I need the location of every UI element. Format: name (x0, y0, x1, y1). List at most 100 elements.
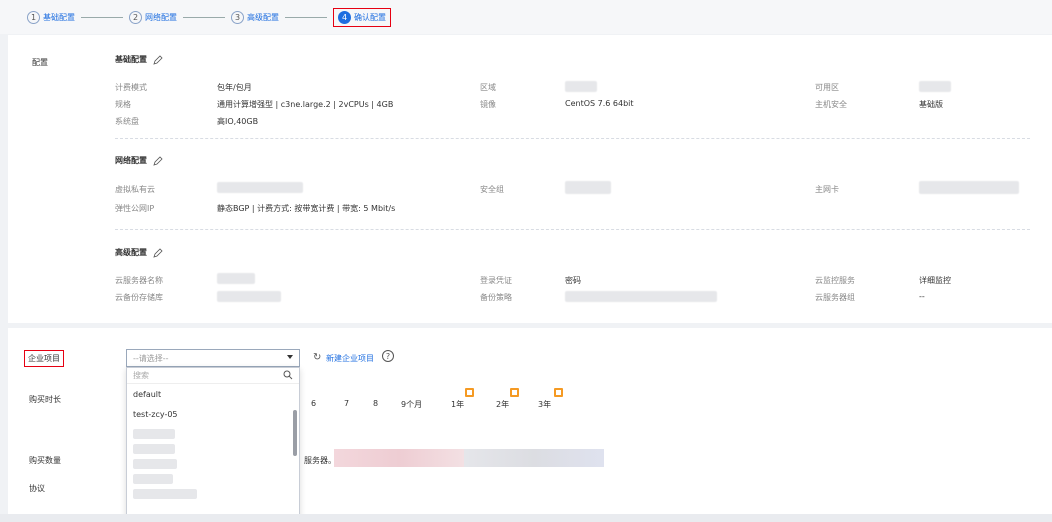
spec-label: 规格 (115, 100, 131, 109)
vpc-label: 虚拟私有云 (115, 185, 155, 194)
host-security-value: 基础版 (919, 100, 943, 109)
basic-config-header: 基础配置 (115, 54, 1030, 65)
duration-option-7[interactable]: 7 (344, 399, 349, 408)
server-group-label: 云服务器组 (815, 293, 855, 302)
step-label: 网络配置 (145, 12, 177, 22)
dropdown-option-test-zcy-05[interactable]: test-zcy-05 (127, 404, 299, 424)
image-label: 镜像 (480, 100, 496, 109)
enterprise-project-select[interactable]: --请选择-- (126, 349, 300, 367)
dropdown-option-redacted[interactable] (133, 429, 175, 439)
step-number: 1 (27, 10, 40, 24)
select-placeholder: --请选择-- (133, 353, 169, 363)
step-confirm-config[interactable]: 4 确认配置 (333, 7, 391, 27)
dropdown-search-input[interactable]: 搜索 (127, 368, 299, 384)
advanced-config-header: 高级配置 (115, 247, 1030, 258)
server-group-value: -- (919, 292, 925, 301)
monitor-value: 详细监控 (919, 276, 951, 285)
backup-policy-value-redacted (565, 291, 717, 302)
step-connector (285, 16, 327, 18)
image-value: CentOS 7.6 64bit (565, 99, 634, 108)
network-config-title: 网络配置 (115, 156, 147, 165)
search-icon (283, 370, 293, 380)
agreement-label: 协议 (29, 484, 45, 493)
step-number: 3 (231, 10, 244, 24)
duration-option-3-years[interactable]: 3年 (538, 399, 551, 410)
advanced-config-title: 高级配置 (115, 248, 147, 257)
duration-option-2-years[interactable]: 2年 (496, 399, 509, 410)
config-section-label: 配置 (32, 58, 48, 67)
host-security-label: 主机安全 (815, 100, 847, 109)
wizard-stepper: 1 基础配置 2 网络配置 3 高级配置 4 确认配置 (0, 0, 1052, 34)
edit-advanced-icon[interactable] (153, 247, 163, 258)
backup-policy-label: 备份策略 (480, 293, 512, 302)
step-basic-config[interactable]: 1 基础配置 (27, 10, 75, 24)
monitor-label: 云监控服务 (815, 276, 855, 285)
region-label: 区域 (480, 83, 496, 92)
config-summary-card: 配置 基础配置 计费模式 包年/包月 区域 可用区 规格 通用计算增强型 | c… (8, 35, 1052, 323)
gift-badge-icon (465, 388, 474, 397)
step-label: 确认配置 (354, 12, 386, 22)
step-connector (183, 16, 225, 18)
dropdown-option-redacted[interactable] (133, 489, 197, 499)
dropdown-option-redacted[interactable] (133, 474, 173, 484)
primary-nic-value-redacted (919, 181, 1019, 194)
section-divider (115, 229, 1030, 230)
dropdown-scrollbar[interactable] (293, 410, 297, 456)
chevron-down-icon (287, 355, 293, 359)
server-name-label: 云服务器名称 (115, 276, 163, 285)
duration-option-8[interactable]: 8 (373, 399, 378, 408)
section-divider (115, 138, 1030, 139)
login-credential-value: 密码 (565, 276, 581, 285)
system-disk-label: 系统盘 (115, 117, 139, 126)
eip-label: 弹性公网IP (115, 204, 155, 213)
gift-badge-icon (554, 388, 563, 397)
step-number: 2 (129, 10, 142, 24)
dropdown-option-default[interactable]: default (127, 384, 299, 404)
backup-vault-value-redacted (217, 291, 281, 302)
billing-mode-value: 包年/包月 (217, 83, 252, 92)
purchase-duration-label: 购买时长 (29, 395, 61, 404)
quantity-info-redacted (464, 449, 604, 467)
purchase-options-card: 企业项目 --请选择-- ↻ 新建企业项目 ? 购买时长 6 7 8 9个月 1… (8, 328, 1052, 522)
step-number: 4 (338, 10, 351, 24)
step-connector (81, 16, 123, 18)
az-label: 可用区 (815, 83, 839, 92)
step-label: 高级配置 (247, 12, 279, 22)
spec-value: 通用计算增强型 | c3ne.large.2 | 2vCPUs | 4GB (217, 100, 394, 109)
help-icon[interactable]: ? (382, 350, 394, 362)
edit-basic-icon[interactable] (153, 54, 163, 65)
backup-vault-label: 云备份存储库 (115, 293, 163, 302)
system-disk-value: 高IO,40GB (217, 117, 259, 126)
duration-option-6[interactable]: 6 (311, 399, 316, 408)
purchase-quantity-label: 购买数量 (29, 456, 61, 465)
refresh-icon[interactable]: ↻ (313, 352, 321, 363)
az-value-redacted (919, 81, 951, 92)
dropdown-option-redacted[interactable] (133, 444, 175, 454)
network-config-header: 网络配置 (115, 155, 1030, 166)
enterprise-project-dropdown: 搜索 default test-zcy-05 (126, 367, 300, 522)
edit-network-icon[interactable] (153, 155, 163, 166)
billing-mode-label: 计费模式 (115, 83, 147, 92)
dropdown-option-redacted[interactable] (133, 459, 177, 469)
footer-bar (0, 514, 1052, 522)
gift-badge-icon (510, 388, 519, 397)
enterprise-project-label: 企业项目 (24, 350, 64, 367)
step-advanced-config[interactable]: 3 高级配置 (231, 10, 279, 24)
quantity-info-redacted (334, 449, 464, 467)
step-label: 基础配置 (43, 12, 75, 22)
login-credential-label: 登录凭证 (480, 276, 512, 285)
dropdown-search-placeholder: 搜索 (133, 371, 149, 380)
basic-config-title: 基础配置 (115, 55, 147, 64)
security-group-label: 安全组 (480, 185, 504, 194)
step-network-config[interactable]: 2 网络配置 (129, 10, 177, 24)
new-enterprise-project-link[interactable]: 新建企业项目 (326, 353, 374, 364)
security-group-value-redacted (565, 181, 611, 194)
duration-option-1-year[interactable]: 1年 (451, 399, 464, 410)
region-value-redacted (565, 81, 597, 92)
vpc-value-redacted (217, 182, 303, 193)
eip-value: 静态BGP | 计费方式: 按带宽计费 | 带宽: 5 Mbit/s (217, 204, 396, 213)
duration-option-9-months[interactable]: 9个月 (401, 399, 422, 410)
quantity-suffix-text: 服务器。 (304, 456, 336, 465)
server-name-value-redacted (217, 273, 255, 284)
primary-nic-label: 主网卡 (815, 185, 839, 194)
